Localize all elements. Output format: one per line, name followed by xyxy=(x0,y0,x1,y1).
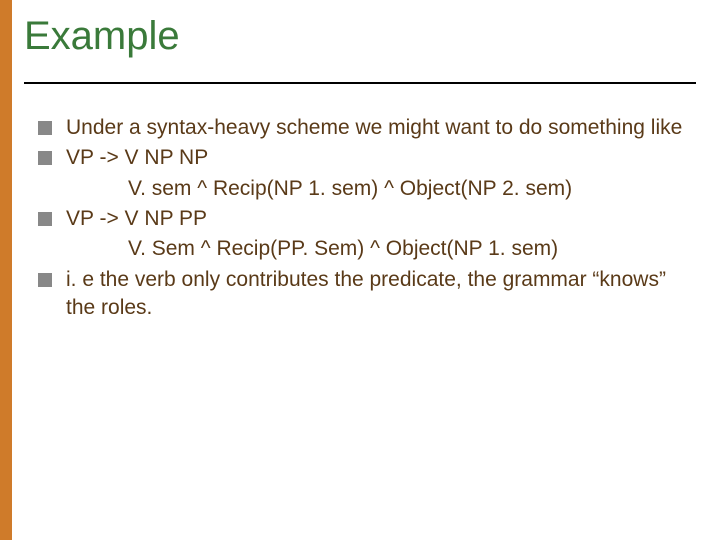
slide: Example Under a syntax-heavy scheme we m… xyxy=(0,0,720,540)
bullet-text: i. e the verb only contributes the predi… xyxy=(66,266,686,323)
square-bullet-icon xyxy=(38,212,52,226)
square-bullet-icon xyxy=(38,273,52,287)
bullet-item: VP -> V NP NP xyxy=(38,144,686,172)
bullet-item: Under a syntax-heavy scheme we might wan… xyxy=(38,114,686,142)
bullet-text: VP -> V NP NP xyxy=(66,144,686,172)
square-bullet-icon xyxy=(38,121,52,135)
square-bullet-icon xyxy=(38,151,52,165)
bullet-subtext: V. Sem ^ Recip(PP. Sem) ^ Object(NP 1. s… xyxy=(128,235,686,263)
bullet-text: Under a syntax-heavy scheme we might wan… xyxy=(66,114,686,142)
accent-bar xyxy=(0,0,12,540)
title-underline xyxy=(24,82,696,84)
slide-title: Example xyxy=(24,14,180,59)
bullet-subtext: V. sem ^ Recip(NP 1. sem) ^ Object(NP 2.… xyxy=(128,175,686,203)
bullet-text: VP -> V NP PP xyxy=(66,205,686,233)
bullet-item: VP -> V NP PP xyxy=(38,205,686,233)
body-content: Under a syntax-heavy scheme we might wan… xyxy=(38,114,686,324)
bullet-item: i. e the verb only contributes the predi… xyxy=(38,266,686,323)
